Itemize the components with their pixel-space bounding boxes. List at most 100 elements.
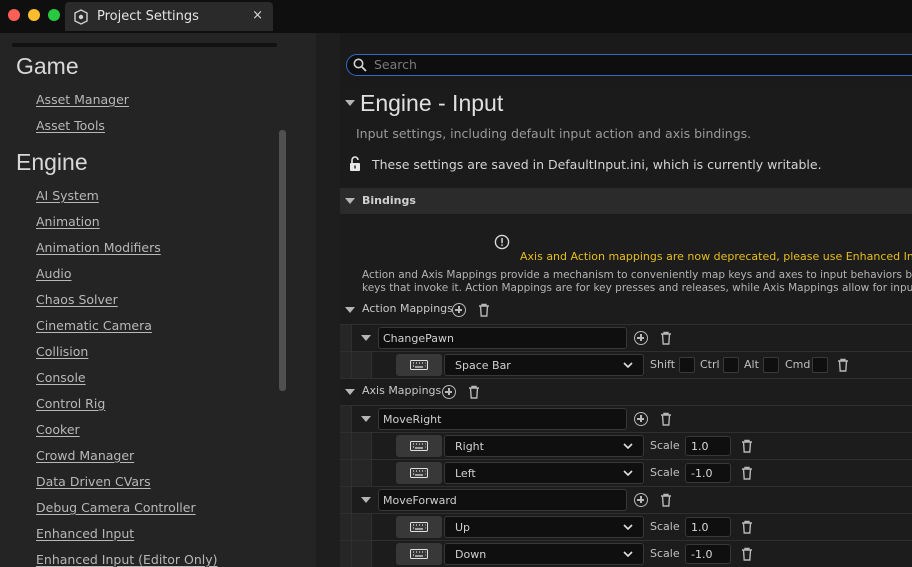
sidebar-item-enhanced-input[interactable]: Enhanced Input (36, 526, 134, 541)
sidebar-item-asset-manager[interactable]: Asset Manager (36, 92, 129, 107)
indent-guide (340, 514, 352, 541)
key-selector-button[interactable] (396, 462, 442, 484)
sidebar-item-control-rig[interactable]: Control Rig (36, 396, 105, 411)
trash-icon[interactable] (741, 520, 753, 534)
scale-input[interactable]: -1.0 (685, 544, 731, 564)
project-settings-tab[interactable]: Project Settings × (65, 2, 273, 31)
sidebar-item-audio[interactable]: Audio (36, 266, 72, 281)
key-selector-button[interactable] (396, 435, 442, 457)
axis-mappings-caret[interactable] (345, 389, 355, 395)
key-dropdown[interactable]: Down (444, 543, 644, 565)
action-mapping-row: ChangePawn (340, 324, 912, 352)
keyboard-icon (410, 360, 428, 370)
key-selector-button[interactable] (396, 543, 442, 565)
indent-guide (352, 433, 372, 460)
sidebar-item-chaos-solver[interactable]: Chaos Solver (36, 292, 118, 307)
search-box[interactable]: Search (346, 54, 912, 76)
bindings-collapse-caret[interactable] (345, 198, 355, 204)
scale-label: Scale (650, 520, 680, 533)
sidebar-item-animation[interactable]: Animation (36, 214, 100, 229)
scale-input[interactable]: -1.0 (685, 463, 731, 483)
warning-icon (494, 234, 510, 250)
key-dropdown-value: Down (455, 548, 487, 561)
trash-icon[interactable] (468, 385, 480, 399)
add-key-button[interactable] (634, 412, 648, 426)
mapping-collapse-caret[interactable] (361, 497, 371, 503)
scale-label: Scale (650, 439, 680, 452)
sidebar-item-cinematic-camera[interactable]: Cinematic Camera (36, 318, 152, 333)
sidebar-item-crowd-manager[interactable]: Crowd Manager (36, 448, 134, 463)
keyboard-icon (410, 522, 428, 532)
axis-name-field[interactable]: MoveForward (378, 489, 627, 511)
key-dropdown-value: Left (455, 467, 476, 480)
window-close-button[interactable] (8, 9, 20, 21)
category-heading-game: Game (16, 53, 79, 79)
scale-input[interactable]: 1.0 (685, 436, 731, 456)
sidebar-item-debug-camera-controller[interactable]: Debug Camera Controller (36, 500, 196, 515)
mapping-collapse-caret[interactable] (361, 335, 371, 341)
settings-sidebar: Game Asset Manager Asset Tools Engine AI… (0, 33, 316, 567)
axis-key-row: Right Scale 1.0 (340, 432, 912, 460)
ctrl-checkbox[interactable] (723, 357, 739, 373)
trash-icon[interactable] (478, 303, 490, 317)
add-action-mapping-button[interactable] (452, 303, 466, 317)
add-key-button[interactable] (634, 331, 648, 345)
sidebar-item-asset-tools[interactable]: Asset Tools (36, 118, 105, 133)
mapping-collapse-caret[interactable] (361, 416, 371, 422)
scale-input[interactable]: 1.0 (685, 517, 731, 537)
sidebar-item-animation-modifiers[interactable]: Animation Modifiers (36, 240, 161, 255)
sidebar-item-enhanced-input-editor-only[interactable]: Enhanced Input (Editor Only) (36, 552, 218, 567)
chevron-down-icon (623, 551, 633, 558)
trash-icon[interactable] (741, 547, 753, 561)
sidebar-item-cooker[interactable]: Cooker (36, 422, 80, 437)
trash-icon[interactable] (660, 331, 672, 345)
bindings-section-header[interactable]: Bindings (340, 188, 912, 214)
key-selector-button[interactable] (396, 516, 442, 538)
axis-name-field[interactable]: MoveRight (378, 408, 627, 430)
axis-key-row: Up Scale 1.0 (340, 513, 912, 541)
tab-title: Project Settings (97, 9, 199, 24)
ctrl-label: Ctrl (700, 358, 720, 371)
keyboard-icon (410, 441, 428, 451)
settings-content: Engine - Input Input settings, including… (340, 88, 912, 567)
key-dropdown[interactable]: Space Bar (444, 354, 644, 376)
key-dropdown[interactable]: Right (444, 435, 644, 457)
key-dropdown[interactable]: Left (444, 462, 644, 484)
sidebar-item-console[interactable]: Console (36, 370, 86, 385)
shift-checkbox[interactable] (679, 357, 695, 373)
page-title: Engine - Input (360, 90, 504, 116)
config-file-note: These settings are saved in DefaultInput… (372, 157, 822, 172)
cmd-checkbox[interactable] (812, 357, 828, 373)
bindings-info-line-1: Action and Axis Mappings provide a mecha… (362, 269, 912, 281)
axis-mapping-row: MoveForward (340, 486, 912, 514)
sidebar-item-collision[interactable]: Collision (36, 344, 88, 359)
add-key-button[interactable] (634, 493, 648, 507)
cmd-label: Cmd (785, 358, 811, 371)
window-minimize-button[interactable] (28, 9, 40, 21)
trash-icon[interactable] (741, 466, 753, 480)
collapse-section-caret[interactable] (345, 100, 355, 106)
action-mappings-label: Action Mappings (362, 302, 453, 315)
title-bar: Project Settings × (0, 0, 912, 33)
trash-icon[interactable] (660, 493, 672, 507)
indent-guide (340, 325, 352, 352)
sidebar-item-data-driven-cvars[interactable]: Data Driven CVars (36, 474, 151, 489)
key-dropdown[interactable]: Up (444, 516, 644, 538)
key-selector-button[interactable] (396, 354, 442, 376)
trash-icon[interactable] (660, 412, 672, 426)
window-maximize-button[interactable] (48, 9, 60, 21)
search-icon (353, 58, 367, 72)
action-mappings-caret[interactable] (345, 307, 355, 313)
add-axis-mapping-button[interactable] (442, 385, 456, 399)
bindings-info: Action and Axis Mappings provide a mecha… (362, 269, 912, 295)
sidebar-item-ai-system[interactable]: AI System (36, 188, 99, 203)
sidebar-scrollbar[interactable] (279, 130, 286, 391)
tab-close-button[interactable]: × (252, 8, 263, 23)
axis-mappings-label: Axis Mappings (362, 384, 442, 397)
trash-icon[interactable] (837, 358, 849, 372)
trash-icon[interactable] (741, 439, 753, 453)
keyboard-icon (410, 549, 428, 559)
search-input[interactable]: Search (374, 57, 417, 72)
alt-checkbox[interactable] (763, 357, 779, 373)
action-name-field[interactable]: ChangePawn (378, 327, 627, 349)
